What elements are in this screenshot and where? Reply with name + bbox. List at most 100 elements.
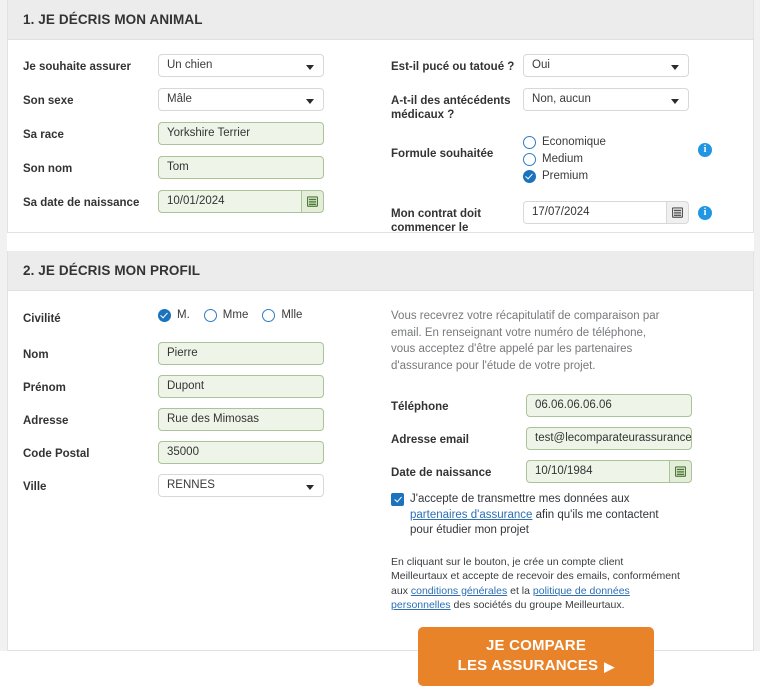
calendar-icon bbox=[675, 466, 687, 477]
civility-option-label: Mme bbox=[222, 309, 249, 321]
civility-option-label: Mlle bbox=[281, 309, 303, 321]
adresse-input[interactable]: Rue des Mimosas bbox=[158, 408, 324, 431]
section-animal-right-column: Est-il pucé ou tatoué ? Oui A-t-il des a… bbox=[379, 54, 753, 245]
terms-link[interactable]: conditions générales bbox=[411, 585, 507, 597]
prenom-label: Prénom bbox=[23, 382, 66, 394]
formula-option-label: Medium bbox=[542, 153, 583, 165]
chipped-field: Oui bbox=[523, 54, 690, 77]
date-naissance-input[interactable]: 10/10/1984 bbox=[526, 460, 670, 483]
field-row-animal-type: Je souhaite assurer Un chien bbox=[23, 54, 369, 78]
section-animal-panel: 1. JE DÉCRIS MON ANIMAL Je souhaite assu… bbox=[7, 0, 754, 234]
chevron-down-icon bbox=[306, 99, 314, 104]
field-row-sex: Son sexe Mâle bbox=[23, 88, 369, 112]
checkbox-checked-icon[interactable] bbox=[391, 493, 405, 506]
legal-part-2: et la bbox=[507, 584, 533, 597]
field-row-nom: Nom Pierre bbox=[23, 342, 369, 366]
formula-label: Formule souhaitée bbox=[391, 148, 494, 160]
compare-insurance-button[interactable]: JE COMPARE LES ASSURANCES ▶ bbox=[418, 626, 655, 686]
radio-checked-icon bbox=[523, 170, 537, 183]
cta-container: JE COMPARE LES ASSURANCES ▶ bbox=[391, 626, 681, 686]
info-icon-contract-start[interactable]: i bbox=[698, 206, 713, 220]
medical-history-select[interactable]: Non, aucun bbox=[523, 88, 690, 111]
chevron-down-icon bbox=[671, 65, 680, 70]
section-profile-right-column: Vous recevrez votre récapitulatif de com… bbox=[379, 306, 753, 686]
insurance-quote-form-page: 1. JE DÉCRIS MON ANIMAL Je souhaite assu… bbox=[0, 0, 760, 686]
pet-name-input[interactable]: Tom bbox=[158, 156, 324, 179]
prenom-input[interactable]: Dupont bbox=[158, 375, 324, 398]
formula-option-economique[interactable]: Economique bbox=[523, 136, 689, 149]
field-row-breed: Sa race Yorkshire Terrier bbox=[23, 122, 369, 146]
sex-select[interactable]: Mâle bbox=[158, 88, 324, 111]
pet-birthdate-label: Sa date de naissance bbox=[23, 197, 140, 209]
cta-line-1: JE COMPARE bbox=[485, 637, 587, 654]
radio-icon bbox=[523, 136, 537, 149]
pet-name-label: Son nom bbox=[23, 163, 73, 175]
nom-field: Pierre bbox=[158, 342, 324, 365]
date-naissance-field: 10/10/1984 bbox=[526, 460, 693, 483]
telephone-field: 06.06.06.06.06 bbox=[526, 394, 693, 417]
chipped-value: Oui bbox=[532, 59, 550, 71]
pet-birthdate-input[interactable]: 10/01/2024 bbox=[158, 190, 301, 213]
civility-option-mlle[interactable]: Mlle bbox=[262, 309, 302, 322]
animal-type-select[interactable]: Un chien bbox=[158, 54, 324, 77]
cta-line-2-wrap: LES ASSURANCES ▶ bbox=[458, 656, 615, 676]
adresse-label: Adresse bbox=[23, 415, 69, 427]
field-row-pet-name: Son nom Tom bbox=[23, 156, 369, 180]
breed-field: Yorkshire Terrier bbox=[158, 122, 324, 145]
section-animal-body: Je souhaite assurer Un chien Son sexe Mâ… bbox=[8, 40, 753, 255]
sex-value: Mâle bbox=[167, 93, 192, 105]
formula-option-premium[interactable]: Premium bbox=[523, 170, 689, 183]
page-left-gutter bbox=[0, 0, 7, 651]
field-row-prenom: Prénom Dupont bbox=[23, 375, 369, 399]
telephone-input[interactable]: 06.06.06.06.06 bbox=[526, 394, 693, 417]
prenom-field: Dupont bbox=[158, 375, 324, 398]
chipped-select[interactable]: Oui bbox=[523, 54, 690, 77]
date-naissance-datepicker[interactable]: 10/10/1984 bbox=[526, 460, 693, 483]
adresse-field: Rue des Mimosas bbox=[158, 408, 324, 431]
contract-start-field: 17/07/2024 bbox=[523, 201, 690, 224]
civility-radio-group: M. Mme Mlle bbox=[158, 306, 302, 322]
contract-start-input[interactable]: 17/07/2024 bbox=[523, 201, 667, 224]
code-postal-field: 35000 bbox=[158, 441, 324, 464]
field-row-formula: Formule souhaitée Economique Medium Prem… bbox=[391, 135, 743, 187]
calendar-button[interactable] bbox=[666, 201, 690, 224]
formula-radio-group: Economique Medium Premium bbox=[523, 135, 689, 183]
ville-value: RENNES bbox=[167, 479, 215, 491]
email-input[interactable]: test@lecomparateurassurance.c bbox=[526, 427, 693, 450]
nom-input[interactable]: Pierre bbox=[158, 342, 324, 365]
info-icon-formula[interactable]: i bbox=[698, 143, 713, 157]
section-profile-header: 2. JE DÉCRIS MON PROFIL bbox=[8, 251, 753, 291]
field-row-pet-birthdate: Sa date de naissance 10/01/2024 bbox=[23, 190, 369, 214]
field-row-code-postal: Code Postal 35000 bbox=[23, 441, 369, 465]
page-right-gutter bbox=[754, 0, 760, 651]
field-row-email: Adresse email test@lecomparateurassuranc… bbox=[391, 427, 743, 451]
formula-option-medium[interactable]: Medium bbox=[523, 153, 689, 166]
calendar-button[interactable] bbox=[669, 460, 693, 483]
breed-input[interactable]: Yorkshire Terrier bbox=[158, 122, 324, 145]
civility-option-m[interactable]: M. bbox=[158, 309, 190, 322]
civility-option-mme[interactable]: Mme bbox=[203, 309, 249, 322]
field-row-adresse: Adresse Rue des Mimosas bbox=[23, 408, 369, 432]
animal-type-field: Un chien bbox=[158, 54, 324, 77]
consent-text: J'accepte de transmettre mes données aux… bbox=[410, 492, 681, 539]
section-profile-title: 2. JE DÉCRIS MON PROFIL bbox=[23, 263, 201, 278]
consent-row[interactable]: J'accepte de transmettre mes données aux… bbox=[391, 492, 681, 539]
radio-icon bbox=[262, 309, 276, 322]
pet-birthdate-datepicker[interactable]: 10/01/2024 bbox=[158, 190, 324, 213]
date-naissance-label: Date de naissance bbox=[391, 467, 492, 479]
code-postal-input[interactable]: 35000 bbox=[158, 441, 324, 464]
medical-history-value: Non, aucun bbox=[532, 93, 591, 105]
calendar-button[interactable] bbox=[301, 190, 324, 213]
contract-start-datepicker[interactable]: 17/07/2024 bbox=[523, 201, 690, 224]
pet-birthdate-field: 10/01/2024 bbox=[158, 190, 324, 213]
animal-type-label: Je souhaite assurer bbox=[23, 61, 132, 73]
cta-line-2: LES ASSURANCES bbox=[457, 657, 599, 674]
section-animal-header: 1. JE DÉCRIS MON ANIMAL bbox=[8, 0, 753, 40]
legal-part-3: des sociétés du groupe Meilleurtaux. bbox=[450, 599, 625, 611]
radio-icon bbox=[523, 153, 537, 166]
formula-option-label: Economique bbox=[542, 136, 606, 148]
radio-checked-icon bbox=[158, 309, 171, 322]
ville-select[interactable]: RENNES bbox=[158, 474, 324, 497]
partners-link[interactable]: partenaires d'assurance bbox=[410, 509, 532, 521]
chevron-down-icon bbox=[671, 99, 680, 104]
